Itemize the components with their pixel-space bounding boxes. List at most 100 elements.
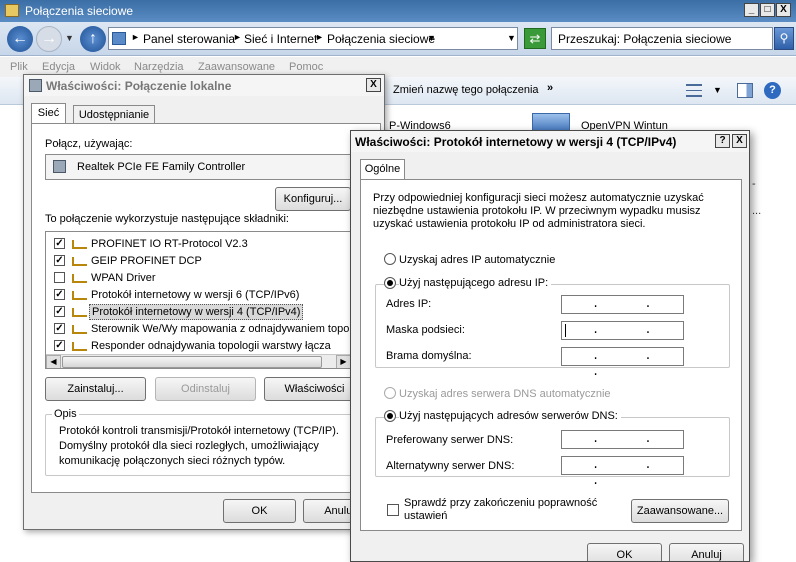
component-checkbox[interactable] <box>54 272 65 283</box>
protocol-icon <box>72 342 87 351</box>
dialog-title: Właściwości: Protokół internetowy w wers… <box>355 135 677 149</box>
manual-ip-radio[interactable] <box>384 277 396 289</box>
address-history-icon[interactable]: ▼ <box>507 33 516 43</box>
alt-dns-dots: . . . <box>592 458 671 488</box>
ok-button[interactable]: OK <box>223 499 296 523</box>
scroll-thumb[interactable] <box>62 356 322 368</box>
close-button[interactable]: X <box>366 78 381 92</box>
minimize-button[interactable]: _ <box>744 3 759 17</box>
horizontal-scrollbar[interactable]: ◀ ▶ <box>46 354 359 368</box>
menu-view[interactable]: Widok <box>90 61 121 73</box>
address-bar[interactable]: ► Panel sterowania ► Sieć i Internet ► P… <box>108 27 518 50</box>
manual-ip-label[interactable]: Użyj następującego adresu IP: <box>399 277 552 289</box>
connect-using-label: Połącz, używając: <box>45 138 133 150</box>
forward-icon[interactable]: → <box>36 26 62 52</box>
alternate-dns-label: Alternatywny serwer DNS: <box>386 460 515 472</box>
address-segment[interactable]: Połączenia sieciowe <box>327 32 435 46</box>
component-checkbox[interactable]: ✓ <box>54 306 65 317</box>
manual-dns-label[interactable]: Użyj następujących adresów serwerów DNS: <box>399 410 621 422</box>
connection-properties-dialog: Właściwości: Połączenie lokalne X Sieć U… <box>23 74 385 530</box>
menu-tools[interactable]: Narzędzia <box>134 61 184 73</box>
close-button[interactable]: X <box>732 134 747 148</box>
address-segment[interactable]: Sieć i Internet <box>244 32 317 46</box>
tab-network[interactable]: Sieć <box>31 103 66 124</box>
subnet-mask-input[interactable]: . . . <box>561 321 684 353</box>
ip-address-label: Adres IP: <box>386 298 432 310</box>
explorer-titlebar: Połączenia sieciowe _ □ X <box>0 0 796 22</box>
view-options-icon[interactable] <box>686 84 702 97</box>
component-label: GEIP PROFINET DCP <box>91 255 202 267</box>
tab-general[interactable]: Ogólne <box>360 159 405 180</box>
protocol-icon <box>72 308 87 317</box>
component-checkbox[interactable]: ✓ <box>54 340 65 351</box>
scroll-right-icon[interactable]: ▶ <box>336 355 351 368</box>
component-checkbox[interactable]: ✓ <box>54 289 65 300</box>
protocol-icon <box>72 325 87 334</box>
protocol-icon <box>72 291 87 300</box>
ok-button[interactable]: OK <box>587 543 662 561</box>
protocol-icon <box>72 240 87 249</box>
auto-dns-label[interactable]: Uzyskaj adres serwera DNS automatycznie <box>399 388 611 400</box>
configure-button[interactable]: Konfiguruj... <box>275 187 351 211</box>
ip-address-input[interactable]: . . . <box>561 295 684 327</box>
auto-dns-radio[interactable] <box>384 387 396 399</box>
subnet-mask-label: Maska podsieci: <box>386 324 465 336</box>
history-dropdown-icon[interactable]: ▼ <box>65 33 74 43</box>
address-dropdown-icon[interactable]: ▼ <box>427 33 436 43</box>
refresh-icon[interactable]: ⇄ <box>524 28 546 49</box>
gateway-dots: . . . <box>592 349 671 379</box>
address-segment[interactable]: Panel sterowania <box>143 32 235 46</box>
up-icon[interactable]: ↑ <box>80 26 106 52</box>
uninstall-button[interactable]: Odinstaluj <box>155 377 256 401</box>
auto-ip-radio[interactable] <box>384 253 396 265</box>
component-checkbox[interactable]: ✓ <box>54 255 65 266</box>
address-chevron-icon[interactable]: ► <box>131 32 140 42</box>
help-button[interactable]: ? <box>715 134 730 148</box>
view-dropdown-icon[interactable]: ▼ <box>713 85 722 95</box>
tab-sharing[interactable]: Udostępnianie <box>73 105 155 124</box>
menu-advanced[interactable]: Zaawansowane <box>198 61 275 73</box>
back-icon[interactable]: ← <box>7 26 33 52</box>
advanced-button[interactable]: Zaawansowane... <box>631 499 729 523</box>
menu-help[interactable]: Pomoc <box>289 61 323 73</box>
search-input[interactable]: Przeszukaj: Połączenia sieciowe <box>551 27 773 50</box>
description-group: Opis Protokół kontroli transmisji/Protok… <box>45 408 361 476</box>
maximize-button[interactable]: □ <box>760 3 775 17</box>
text-cursor <box>565 324 566 337</box>
adapter-field: Realtek PCIe FE Family Controller <box>45 154 360 180</box>
preview-pane-icon[interactable] <box>737 83 753 98</box>
tab-label: Sieć <box>37 107 60 119</box>
validate-checkbox[interactable] <box>387 504 399 516</box>
partial-item-text: - <box>752 178 756 190</box>
address-chevron-icon[interactable]: ► <box>233 32 242 42</box>
auto-ip-label[interactable]: Uzyskaj adres IP automatycznie <box>399 254 555 266</box>
rename-more-icon[interactable]: » <box>547 82 553 94</box>
control-panel-icon <box>112 32 126 45</box>
close-button[interactable]: X <box>776 3 791 17</box>
address-chevron-icon[interactable]: ► <box>315 32 324 42</box>
component-checkbox[interactable]: ✓ <box>54 323 65 334</box>
cancel-button[interactable]: Anuluj <box>669 543 744 561</box>
network-adapter-icon <box>532 113 570 131</box>
menu-file[interactable]: Plik <box>10 61 28 73</box>
scroll-left-icon[interactable]: ◀ <box>46 355 61 368</box>
component-checkbox[interactable]: ✓ <box>54 238 65 249</box>
components-label: To połączenie wykorzystuje następujące s… <box>45 213 289 225</box>
menu-edit[interactable]: Edycja <box>42 61 75 73</box>
manual-dns-radio[interactable] <box>384 410 396 422</box>
network-icon <box>29 79 42 92</box>
preferred-dns-label: Preferowany serwer DNS: <box>386 434 514 446</box>
component-label: WPAN Driver <box>91 272 156 284</box>
component-label: Responder odnajdywania topologii warstwy… <box>91 340 331 352</box>
validate-label[interactable]: Sprawdź przy zakończeniu poprawność usta… <box>404 497 624 523</box>
partial-item-text: ... <box>752 205 762 217</box>
rename-connection-button[interactable]: Zmień nazwę tego połączenia <box>393 84 539 96</box>
install-button[interactable]: Zainstaluj... <box>45 377 146 401</box>
components-list[interactable]: ✓ PROFINET IO RT-Protocol V2.3 ✓ GEIP PR… <box>45 231 360 369</box>
dialog-title: Właściwości: Połączenie lokalne <box>46 79 232 93</box>
search-icon[interactable]: ⚲ <box>774 27 794 50</box>
help-icon[interactable]: ? <box>764 82 781 99</box>
preferred-dns-input[interactable]: . . . <box>561 430 684 462</box>
gateway-input[interactable]: . . . <box>561 347 684 379</box>
alternate-dns-input[interactable]: . . . <box>561 456 684 488</box>
